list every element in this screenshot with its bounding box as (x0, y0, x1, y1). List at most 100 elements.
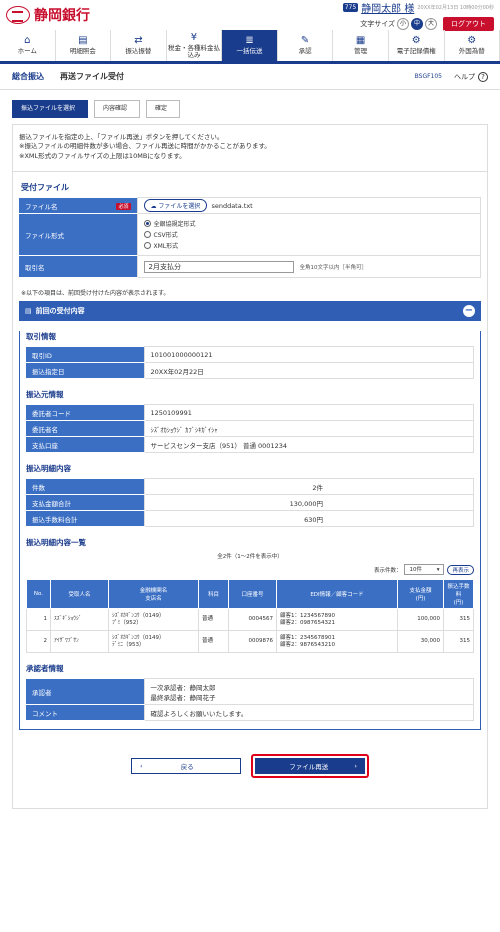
count-label: 件数 (26, 478, 144, 496)
bank-logo[interactable]: 静岡銀行 (6, 5, 90, 25)
transfer-icon: ⇄ (134, 35, 143, 47)
nav-approval[interactable]: ✎ 承認 (278, 30, 334, 61)
nav-home[interactable]: ⌂ ホーム (0, 30, 56, 61)
col-no: No. (26, 579, 51, 610)
transaction-name-input[interactable]: 2月支払分 (143, 260, 294, 273)
trans-id-value: 101001000000121 (143, 346, 474, 364)
user-name[interactable]: 静岡太郎 様 (361, 0, 414, 15)
list-controls: 表示件数： 10件 ▾ 再表示 (26, 564, 474, 576)
step-confirm: 内容確認 (94, 100, 141, 118)
global-nav: ⌂ ホーム ▤ 明細照会 ⇄ 振込振替 ¥ 税金・各種料金払込み ≣ 一括伝送 ✎ 承認 ▦… (0, 30, 500, 64)
font-size-medium-button[interactable]: 中 (411, 17, 423, 30)
table-row: 1 ｽｽﾞｷﾞｼｮｳｼﾞ ｼｽﾞｵｶｷﾞﾝｺｳ（0149） ﾌﾟﾐ（952） 普通… (26, 608, 474, 632)
approver-label: 承認者 (26, 678, 144, 706)
nav-statement[interactable]: ▤ 明細照会 (56, 30, 112, 61)
cloud-upload-icon: ☁ (150, 203, 157, 211)
action-bar: ‹ 戻る ファイル再送 › (19, 754, 481, 779)
fee-label: 振込手数料合計 (26, 510, 144, 528)
step-complete: 確定 (146, 100, 181, 118)
nav-transfer[interactable]: ⇄ 振込振替 (111, 30, 167, 61)
format-radio-xml[interactable]: XML形式 (143, 241, 475, 250)
transfer-date-label: 振込指定日 (26, 362, 144, 380)
transaction-name-label: 取引名 (19, 255, 137, 279)
col-type: 科目 (198, 579, 229, 610)
list-title: 振込明細内容一覧 (26, 538, 86, 548)
comment-label: コメント (26, 704, 144, 722)
transfer-date-value: 20XX年02月22日 (143, 362, 474, 380)
list-count: 全2件（1～2件を表示中） (217, 554, 283, 561)
format-radio-zengin[interactable]: 全銀協規定形式 (143, 219, 475, 228)
col-account: 口座番号 (228, 579, 277, 610)
required-badge: 必須 (116, 202, 131, 210)
font-size-large-button[interactable]: 大 (425, 17, 437, 30)
chevron-right-icon: › (354, 762, 357, 771)
screen-code: BSGF105 (414, 73, 442, 80)
source-info-title: 振込元情報 (26, 390, 64, 400)
nav-tax-payment[interactable]: ¥ 税金・各種料金払込み (167, 30, 223, 61)
home-icon: ⌂ (24, 35, 31, 47)
main-panel: 振込ファイルを指定の上、「ファイル再送」ボタンを押してください。 ※振込ファイル… (12, 124, 488, 810)
col-edi: EDI情報／顧客コード (276, 579, 398, 610)
fee-value: 630円 (143, 510, 474, 528)
back-button[interactable]: ‹ 戻る (131, 758, 241, 775)
bank-name: 静岡銀行 (34, 8, 90, 24)
col-fee: 振込手数料 (円) (443, 579, 474, 610)
total-value: 130,000円 (143, 494, 474, 512)
approver-title: 承認者情報 (26, 664, 64, 674)
client-name-label: 委託者名 (26, 420, 144, 438)
per-page-label: 表示件数： (373, 567, 402, 574)
nav-management[interactable]: ▦ 管理 (333, 30, 389, 61)
col-amount: 支払金額 (円) (397, 579, 444, 610)
resend-button-highlight: ファイル再送 › (251, 754, 369, 779)
format-radio-csv[interactable]: CSV形式 (143, 230, 475, 239)
previous-note: ※以下の項目は、前回受け付けた内容が表示されます。 (21, 290, 170, 298)
top-bar: 静岡銀行 775 静岡太郎 様 20XX年02月13日 10時00分00秒 文字… (0, 0, 500, 31)
client-code-label: 委託者コード (26, 404, 144, 422)
collapse-icon[interactable]: − (463, 305, 475, 318)
detail-title: 振込明細内容 (26, 464, 71, 474)
previous-accordion-body: 取引情報 取引ID 101001000000121 振込指定日 20XX年02月22… (19, 331, 481, 731)
selected-file-name: senddata.txt (211, 202, 253, 211)
detail-table: No. 受取人名 金融機関名 支店名 科目 口座番号 EDI情報／顧客コード 支… (26, 579, 474, 654)
file-name-label: ファイル名 必須 (19, 197, 137, 215)
col-name: 受取人名 (50, 579, 109, 610)
resend-file-button[interactable]: ファイル再送 › (255, 758, 365, 775)
step-select-file: 振込ファイルを選択 (12, 100, 89, 118)
approval-icon: ✎ (300, 35, 310, 47)
account-value: サービスセンター支店（951） 普通 0001234 (143, 436, 474, 454)
logout-button[interactable]: ログアウト (443, 16, 494, 31)
question-icon: ? (478, 71, 488, 82)
account-label: 支払口座 (26, 436, 144, 454)
user-area: 775 静岡太郎 様 20XX年02月13日 10時00分00秒 文字サイズ 小… (342, 0, 494, 31)
redisplay-button[interactable]: 再表示 (447, 564, 474, 575)
radio-icon (143, 231, 151, 239)
nav-electronic-bond[interactable]: ⚙ 電子記録債権 (389, 30, 445, 61)
previous-accordion-header[interactable]: ▤ 前回の受付内容 − (19, 301, 481, 322)
page: 静岡銀行 775 静岡太郎 様 20XX年02月13日 10時00分00秒 文字… (0, 0, 500, 932)
trans-id-label: 取引ID (26, 346, 144, 364)
bank-logo-icon (6, 6, 30, 24)
per-page-select[interactable]: 10件 ▾ (404, 564, 445, 576)
font-size-label: 文字サイズ (360, 19, 395, 28)
radio-selected-icon (143, 220, 151, 228)
foreign-exchange-icon: ⚙ (467, 35, 477, 47)
comment-value: 確認よろしくお願いいたします。 (143, 704, 474, 722)
client-name-value: ｼｽﾞｵｶｼｮｳｼﾞ ｶﾌﾞｼｷｶﾞｲｼｬ (143, 420, 474, 438)
payment-icon: ¥ (190, 31, 198, 43)
font-size-small-button[interactable]: 小 (397, 17, 409, 30)
table-row: 2 ｱｲｻﾞﾜﾌﾞｻﾝ ｼｽﾞｵｶｷﾞﾝｺｳ（0149） ﾃﾞﾐﾆ（953） 普通… (26, 630, 474, 654)
nav-bulk-transmission[interactable]: ≣ 一括伝送 (222, 30, 278, 61)
transaction-info-title: 取引情報 (26, 332, 56, 342)
page-title: 再送ファイル受付 (60, 72, 124, 81)
document-icon: ▤ (25, 307, 32, 316)
help-link[interactable]: ヘルプ? (454, 71, 488, 82)
client-code-value: 1250109991 (143, 404, 474, 422)
management-icon: ▦ (355, 35, 366, 47)
select-file-button[interactable]: ☁ ファイルを選択 (143, 199, 208, 213)
upload-form: ファイル名 必須 ☁ ファイルを選択 senddata.txt ファイル形式 全銀協… (19, 197, 481, 279)
document-icon: ▤ (78, 35, 88, 47)
user-badge: 775 (342, 2, 359, 12)
nav-foreign-exchange[interactable]: ⚙ 外国為替 (445, 30, 500, 61)
database-icon: ≣ (245, 35, 254, 47)
transaction-name-hint: 全角10文字以内［半角可］ (299, 264, 368, 271)
